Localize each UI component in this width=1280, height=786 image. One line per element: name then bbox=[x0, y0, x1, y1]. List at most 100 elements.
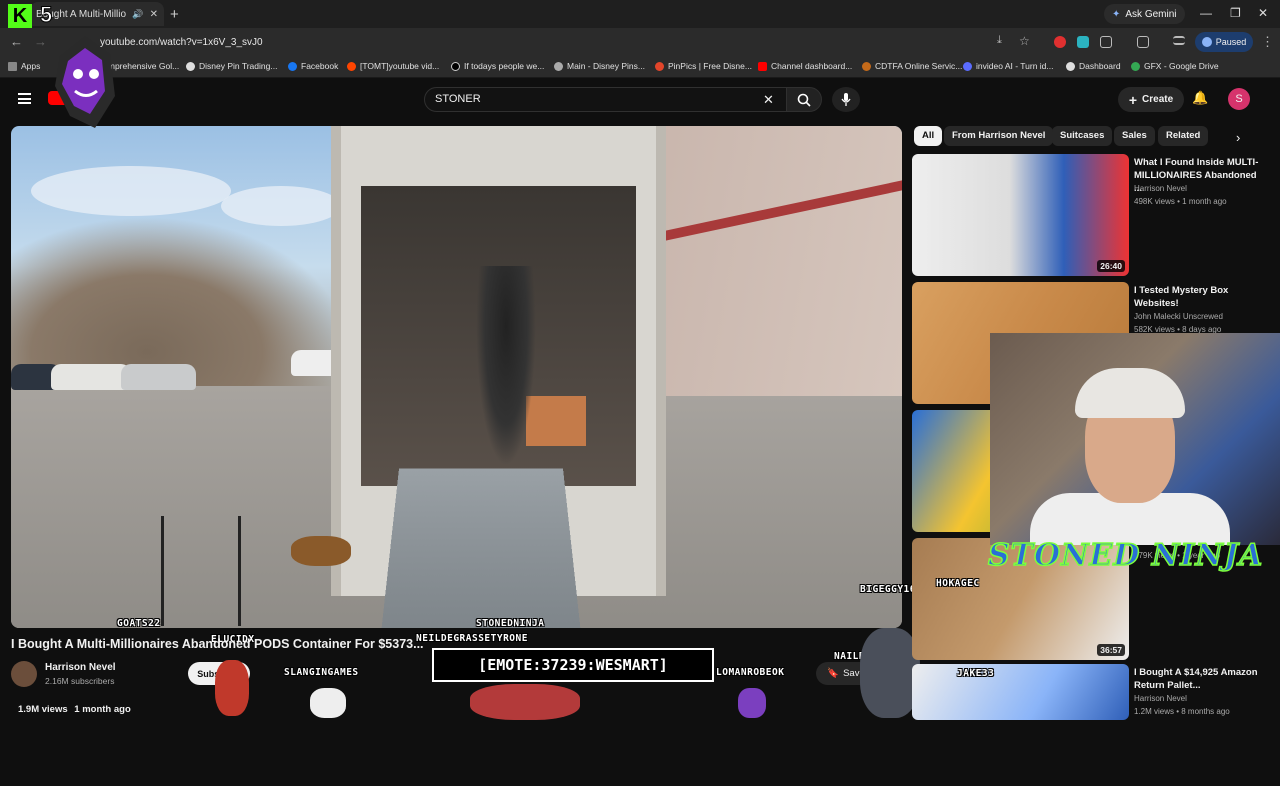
chat-name: SLANGINGAMES bbox=[284, 667, 359, 678]
recommendation-item[interactable]: 26:40 What I Found Inside MULTI-MILLIONA… bbox=[912, 154, 1272, 276]
recommendation-channel[interactable]: Harrison Nevel bbox=[1134, 694, 1187, 703]
maximize-icon[interactable]: ❐ bbox=[1230, 6, 1241, 20]
profile-icon bbox=[1201, 37, 1212, 47]
view-count: 1.9M views bbox=[18, 704, 68, 715]
kick-logo: K bbox=[8, 4, 32, 28]
clear-search-icon[interactable]: ✕ bbox=[763, 92, 774, 108]
bookmark-item[interactable]: If todays people we... bbox=[451, 61, 544, 71]
microphone-icon bbox=[841, 92, 851, 106]
install-icon[interactable]: ⤓ bbox=[997, 34, 1002, 47]
bookmark-label: Facebook bbox=[301, 61, 339, 71]
menu-icon[interactable] bbox=[18, 93, 31, 104]
bookmark-item[interactable]: Channel dashboard... bbox=[758, 61, 852, 71]
video-thumbnail[interactable] bbox=[912, 664, 1129, 720]
notifications-bell-icon[interactable]: 🔔 bbox=[1192, 90, 1208, 106]
recommendation-title[interactable]: I Tested Mystery Box Websites! bbox=[1134, 284, 1260, 310]
person bbox=[476, 266, 536, 466]
bookmark-item[interactable]: Apps bbox=[8, 61, 40, 71]
chat-name: LOMANROBEOK bbox=[716, 667, 785, 678]
gemini-icon: ✦ bbox=[1112, 8, 1121, 20]
bookmark-item[interactable]: PinPics | Free Disne... bbox=[655, 61, 752, 71]
chat-name: GOATS22 bbox=[117, 618, 161, 629]
bookmark-item[interactable]: GFX - Google Drive bbox=[1131, 61, 1219, 71]
video-title: I Bought A Multi-Millionaires Abandoned … bbox=[11, 637, 424, 651]
logo-number: 5 bbox=[39, 2, 53, 28]
chevron-right-icon[interactable]: › bbox=[1236, 130, 1240, 145]
bookmark-star-icon[interactable]: ☆ bbox=[1019, 34, 1030, 48]
channel-name[interactable]: Harrison Nevel bbox=[45, 662, 116, 673]
google-drive-icon bbox=[1131, 61, 1140, 71]
recommendation-meta: 1.2M views • 8 months ago bbox=[1134, 707, 1230, 716]
pinpics-icon bbox=[655, 61, 664, 71]
truck-ramp bbox=[381, 468, 581, 628]
chat-name: HOKAGEC bbox=[936, 578, 980, 589]
create-button[interactable]: + Create bbox=[1118, 87, 1184, 112]
ask-gemini-label: Ask Gemini bbox=[1125, 8, 1177, 20]
bookmark-item[interactable]: CDTFA Online Servic... bbox=[862, 61, 962, 71]
ask-gemini-button[interactable]: ✦ Ask Gemini bbox=[1104, 4, 1185, 24]
tripod bbox=[161, 516, 241, 626]
url-field[interactable]: youtube.com/watch?v=1x6V_3_svJ0 bbox=[100, 33, 990, 52]
paused-label: Paused bbox=[1215, 37, 1247, 47]
chat-avatar-sprite bbox=[738, 688, 766, 718]
car bbox=[51, 364, 131, 390]
bookmark-favicon bbox=[554, 61, 563, 71]
extensions-puzzle-icon[interactable] bbox=[1100, 36, 1112, 48]
bookmark-item[interactable]: Disney Pin Trading... bbox=[186, 61, 277, 71]
video-thumbnail[interactable]: 26:40 bbox=[912, 154, 1129, 276]
bookmark-item[interactable]: Facebook bbox=[288, 61, 338, 71]
recommendation-channel[interactable]: John Malecki Unscrewed bbox=[1134, 312, 1223, 321]
chat-emote-message: [EMOTE:37239:WESMART] bbox=[432, 648, 714, 682]
bookmark-icon: 🔖 bbox=[827, 668, 840, 679]
bookmark-label: invideo AI - Turn id... bbox=[976, 61, 1054, 71]
channel-avatar[interactable] bbox=[11, 661, 37, 687]
account-avatar[interactable]: S bbox=[1228, 88, 1250, 110]
bookmark-item[interactable]: [TOMT]youtube vid... bbox=[347, 61, 439, 71]
minimize-icon[interactable]: — bbox=[1200, 6, 1212, 20]
bookmark-label: Apps bbox=[21, 61, 41, 71]
chip-related[interactable]: Related bbox=[1158, 126, 1209, 146]
recommendation-title[interactable]: I Bought A $14,925 Amazon Return Pallet.… bbox=[1134, 666, 1260, 692]
chat-avatar-sprite bbox=[310, 688, 346, 718]
video-player[interactable] bbox=[11, 126, 902, 628]
bookmark-favicon bbox=[862, 61, 871, 71]
tab-search-icon[interactable] bbox=[1137, 36, 1149, 48]
chat-avatar-sprite bbox=[860, 628, 920, 718]
profile-paused-button[interactable]: Paused bbox=[1195, 32, 1253, 52]
chip-from-channel[interactable]: From Harrison Nevel bbox=[944, 126, 1054, 146]
bookmark-label: PinPics | Free Disne... bbox=[668, 61, 752, 71]
plus-icon: + bbox=[1128, 91, 1138, 108]
close-window-icon[interactable]: ✕ bbox=[1258, 6, 1268, 20]
bookmark-favicon bbox=[1066, 61, 1075, 71]
chat-name: NEILDEGRASSETYRONE bbox=[416, 633, 528, 644]
voice-search-button[interactable] bbox=[832, 87, 860, 112]
chip-all[interactable]: All bbox=[914, 126, 943, 146]
media-icon[interactable] bbox=[1173, 36, 1185, 45]
chat-name: STONEDNINJA bbox=[476, 618, 545, 629]
bookmark-item[interactable]: Main - Disney Pins... bbox=[554, 61, 645, 71]
recommendation-item[interactable]: I Bought A $14,925 Amazon Return Pallet.… bbox=[912, 664, 1272, 786]
subscriber-count: 2.16M subscribers bbox=[45, 676, 115, 686]
chip-suitcases[interactable]: Suitcases bbox=[1052, 126, 1113, 146]
close-tab-icon[interactable]: ✕ bbox=[150, 9, 158, 20]
forward-icon[interactable]: → bbox=[34, 34, 47, 49]
extension-teal-icon[interactable] bbox=[1077, 36, 1089, 48]
chat-avatar-sprite bbox=[215, 660, 249, 716]
search-button[interactable] bbox=[786, 87, 822, 112]
address-bar-row: ← → youtube.com/watch?v=1x6V_3_svJ0 ⤓ ☆ … bbox=[0, 28, 1280, 56]
chip-sales[interactable]: Sales bbox=[1114, 126, 1155, 146]
reddit-icon bbox=[347, 61, 356, 71]
bookmark-favicon bbox=[186, 61, 195, 71]
browser-menu-icon[interactable]: ⋮ bbox=[1261, 34, 1274, 50]
bookmark-item[interactable]: invideo AI - Turn id... bbox=[963, 61, 1053, 71]
back-icon[interactable]: ← bbox=[10, 34, 23, 49]
extension-red-icon[interactable] bbox=[1054, 36, 1066, 48]
browser-tab-bar: Bought A Multi-Millionaire 🔊 ✕ + ✦ Ask G… bbox=[0, 0, 1280, 28]
recommendation-channel[interactable]: Harrison Nevel bbox=[1134, 184, 1187, 193]
duration-badge: 36:57 bbox=[1097, 644, 1125, 656]
bookmark-item[interactable]: Dashboard bbox=[1066, 61, 1121, 71]
search-input[interactable]: STONER bbox=[424, 87, 788, 112]
youtube-header: STONER ✕ + Create 🔔 S bbox=[0, 78, 1280, 122]
new-tab-icon[interactable]: + bbox=[170, 6, 179, 23]
speaker-icon[interactable]: 🔊 bbox=[132, 9, 143, 20]
